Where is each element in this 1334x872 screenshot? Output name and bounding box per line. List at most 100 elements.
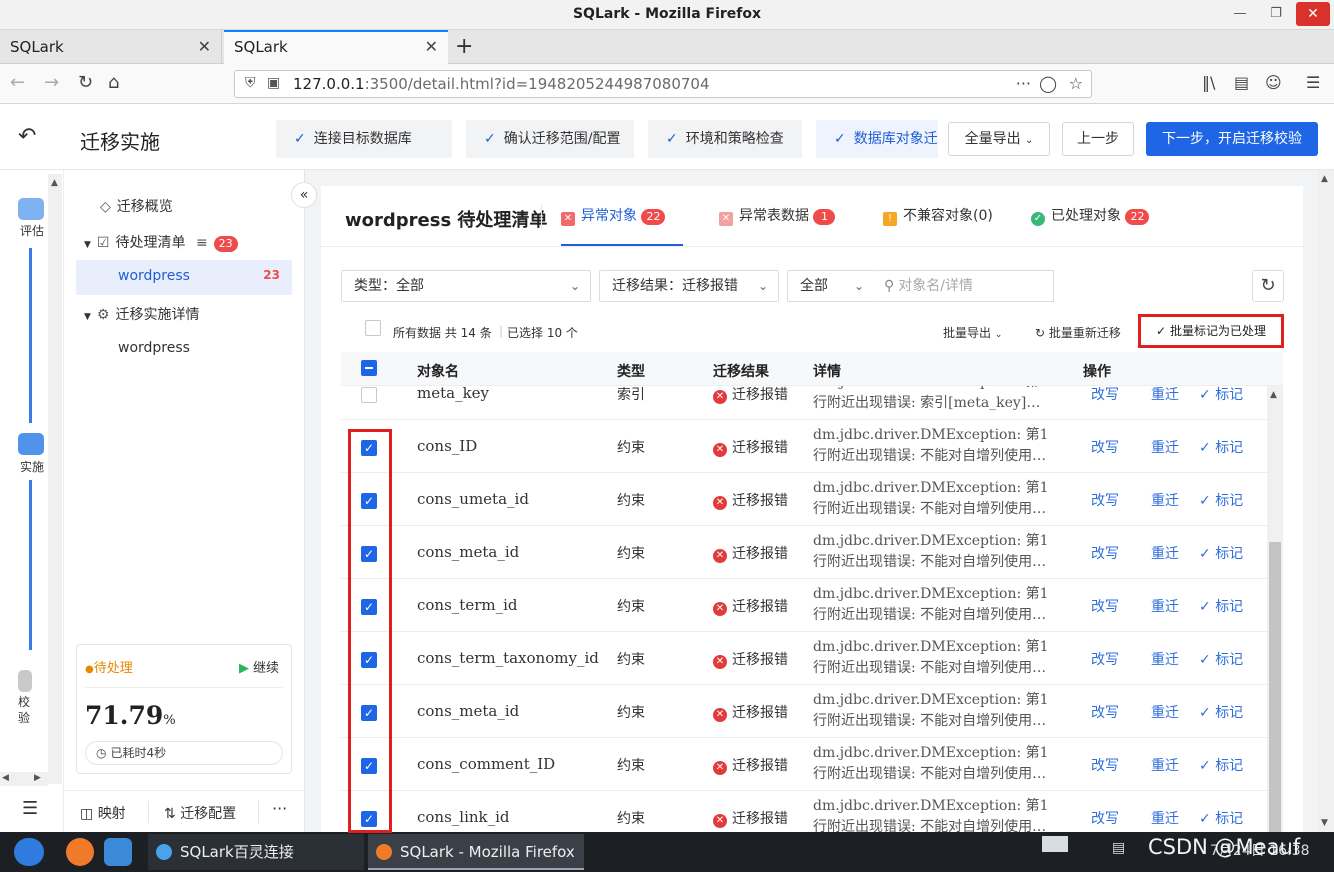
rail-item-implement[interactable]: 实施 — [20, 458, 44, 475]
result-filter-select[interactable]: 迁移结果：迁移报错 ⌄ — [599, 270, 779, 302]
type-filter-select[interactable]: 类型：全部 ⌄ — [341, 270, 591, 302]
tab-incompatible-objects[interactable]: ! 不兼容对象(0) — [883, 186, 993, 246]
table-row[interactable]: ✓ cons_term_taxonomy_id 约束 ✕ 迁移报错 dm.jdbc.dri… — [341, 632, 1283, 685]
sidebar-toggle-icon[interactable]: ▤ — [1234, 73, 1249, 92]
rewrite-link[interactable]: 改写 — [1091, 543, 1119, 563]
rewrite-link[interactable]: 改写 — [1091, 702, 1119, 722]
pocket-icon[interactable]: ◯ — [1039, 74, 1057, 93]
file-manager-icon[interactable] — [104, 838, 132, 866]
mark-link[interactable]: ✓ 标记 — [1199, 437, 1243, 457]
step-confirm-scope[interactable]: ✓ 确认迁移范围/配置 — [466, 120, 634, 158]
retry-link[interactable]: 重迁 — [1151, 755, 1179, 775]
table-scrollbar[interactable]: ▲ — [1267, 386, 1283, 832]
menu-icon[interactable]: ☰ — [22, 798, 38, 819]
retry-link[interactable]: 重迁 — [1151, 386, 1179, 404]
firefox-icon[interactable] — [66, 838, 94, 866]
scope-filter-select[interactable]: 全部 ⌄ — [787, 270, 875, 302]
verify-icon[interactable] — [18, 670, 32, 692]
start-menu-icon[interactable] — [14, 838, 44, 866]
rewrite-link[interactable]: 改写 — [1091, 490, 1119, 510]
page-info-icon[interactable]: ▣ — [267, 75, 280, 91]
back-icon[interactable]: ← — [10, 72, 25, 93]
assess-icon[interactable] — [18, 198, 44, 220]
url-bar[interactable]: ⛨ ▣ 127.0.0.1:3500/detail.html?id=194820… — [234, 70, 1092, 98]
rail-item-assess[interactable]: 评估 — [20, 222, 44, 239]
retry-link[interactable]: 重迁 — [1151, 808, 1179, 828]
tray-icon[interactable]: ▤ — [1112, 840, 1125, 856]
tab-abnormal-objects[interactable]: ✕ 异常对象 22 — [561, 186, 683, 246]
rail-hscrollbar[interactable]: ◀ ▶ — [0, 772, 48, 786]
mark-link[interactable]: ✓ 标记 — [1199, 490, 1243, 510]
scroll-up-icon[interactable]: ▲ — [51, 178, 58, 188]
retry-link[interactable]: 重迁 — [1151, 596, 1179, 616]
search-input[interactable]: ⚲ 对象名/详情 — [874, 270, 1054, 302]
full-export-button[interactable]: 全量导出 ⌄ — [948, 122, 1050, 156]
window-close-icon[interactable]: ✕ — [1296, 2, 1330, 26]
retry-link[interactable]: 重迁 — [1151, 437, 1179, 457]
browser-tab-2[interactable]: SQLark ✕ — [224, 30, 448, 64]
batch-retry-button[interactable]: ↻ 批量重新迁移 — [1035, 324, 1121, 341]
scroll-up-icon[interactable]: ▲ — [1321, 174, 1328, 184]
table-row[interactable]: ✓ cons_term_id 约束 ✕ 迁移报错 dm.jdbc.driver.DMExc… — [341, 579, 1283, 632]
table-row[interactable]: ✓ cons_ID 约束 ✕ 迁移报错 dm.jdbc.driver.DMExceptio… — [341, 420, 1283, 473]
retry-link[interactable]: 重迁 — [1151, 702, 1179, 722]
rewrite-link[interactable]: 改写 — [1091, 649, 1119, 669]
rewrite-link[interactable]: 改写 — [1091, 808, 1119, 828]
library-icon[interactable]: ‖\ — [1202, 73, 1215, 92]
taskbar-task-firefox[interactable]: SQLark - Mozilla Firefox — [368, 834, 584, 870]
tab-processed-objects[interactable]: ✓ 已处理对象 22 — [1031, 186, 1150, 246]
refresh-button[interactable]: ↻ — [1252, 270, 1284, 302]
tab-close-icon[interactable]: ✕ — [198, 30, 211, 64]
rewrite-link[interactable]: 改写 — [1091, 755, 1119, 775]
table-row[interactable]: ✓ cons_meta_id 约束 ✕ 迁移报错 dm.jdbc.driver.DMExc… — [341, 526, 1283, 579]
table-row[interactable]: ✓ cons_link_id 约束 ✕ 迁移报错 dm.jdbc.driver.DMExc… — [341, 791, 1283, 832]
table-row[interactable]: ✓ cons_meta_id 约束 ✕ 迁移报错 dm.jdbc.driver.DMExc… — [341, 685, 1283, 738]
batch-export-button[interactable]: 批量导出 ⌄ — [943, 324, 1002, 341]
account-icon[interactable]: ☺ — [1265, 73, 1282, 92]
tree-item-overview[interactable]: ◇ 迁移概览 — [100, 196, 173, 216]
next-step-button[interactable]: 下一步，开启迁移校验 — [1146, 122, 1318, 156]
mapping-button[interactable]: ◫ 映射 — [80, 803, 126, 823]
shield-icon[interactable]: ⛨ — [245, 75, 256, 91]
maximize-icon[interactable]: ❐ — [1262, 4, 1290, 24]
table-row[interactable]: meta_key 索引 ✕迁移报错 dm.jdbc.driver.DMExceptio… — [341, 386, 1283, 420]
keyboard-icon[interactable] — [1042, 836, 1068, 852]
tab-abnormal-table-data[interactable]: ✕ 异常表数据 1 — [719, 186, 836, 246]
back-arrow-icon[interactable]: ↶ — [18, 124, 36, 149]
scroll-down-icon[interactable]: ▼ — [1321, 818, 1328, 828]
row-checkbox[interactable] — [361, 386, 377, 403]
hamburger-menu-icon[interactable]: ☰ — [1306, 73, 1320, 92]
tree-item-detail-wordpress[interactable]: wordpress — [118, 340, 190, 356]
tree-item-pending-list[interactable]: ▼ ☑ 待处理清单 ≡ 23 — [84, 232, 238, 252]
mark-link[interactable]: ✓ 标记 — [1199, 596, 1243, 616]
batch-mark-processed-button[interactable]: ✓ 批量标记为已处理 — [1138, 314, 1284, 348]
continue-button[interactable]: ▶ 继续 — [239, 657, 279, 676]
mark-link[interactable]: ✓ 标记 — [1199, 702, 1243, 722]
scroll-left-icon[interactable]: ◀ — [2, 773, 9, 783]
step-connect-target[interactable]: ✓ 连接目标数据库 — [276, 120, 452, 158]
select-all-data-checkbox[interactable] — [365, 320, 381, 336]
home-icon[interactable]: ⌂ — [108, 72, 119, 93]
scroll-thumb[interactable] — [1269, 542, 1281, 832]
rail-scrollbar[interactable]: ▲ — [48, 174, 62, 784]
taskbar-task-sqlark[interactable]: SQLark百灵连接 — [148, 834, 364, 870]
mark-link[interactable]: ✓ 标记 — [1199, 543, 1243, 563]
more-icon[interactable]: ··· — [272, 799, 287, 818]
reload-icon[interactable]: ↻ — [78, 72, 93, 93]
scroll-up-icon[interactable]: ▲ — [1270, 390, 1277, 400]
table-row[interactable]: ✓ cons_comment_ID 约束 ✕ 迁移报错 dm.jdbc.driver.DM… — [341, 738, 1283, 791]
rail-item-verify[interactable]: 校验 — [18, 694, 32, 726]
retry-link[interactable]: 重迁 — [1151, 490, 1179, 510]
collapse-sidebar-icon[interactable]: « — [291, 182, 317, 208]
browser-tab-1[interactable]: SQLark ✕ — [0, 30, 222, 64]
mark-link[interactable]: ✓ 标记 — [1199, 808, 1243, 828]
mark-link[interactable]: ✓ 标记 — [1199, 755, 1243, 775]
database-icon[interactable] — [18, 433, 44, 455]
new-tab-icon[interactable]: + — [455, 34, 473, 59]
minimize-icon[interactable]: — — [1226, 4, 1254, 24]
page-scrollbar[interactable]: ▲ ▼ — [1318, 170, 1334, 832]
mark-link[interactable]: ✓ 标记 — [1199, 386, 1243, 404]
prev-step-button[interactable]: 上一步 — [1062, 122, 1134, 156]
retry-link[interactable]: 重迁 — [1151, 543, 1179, 563]
migration-config-button[interactable]: ⇅ 迁移配置 — [164, 803, 236, 823]
